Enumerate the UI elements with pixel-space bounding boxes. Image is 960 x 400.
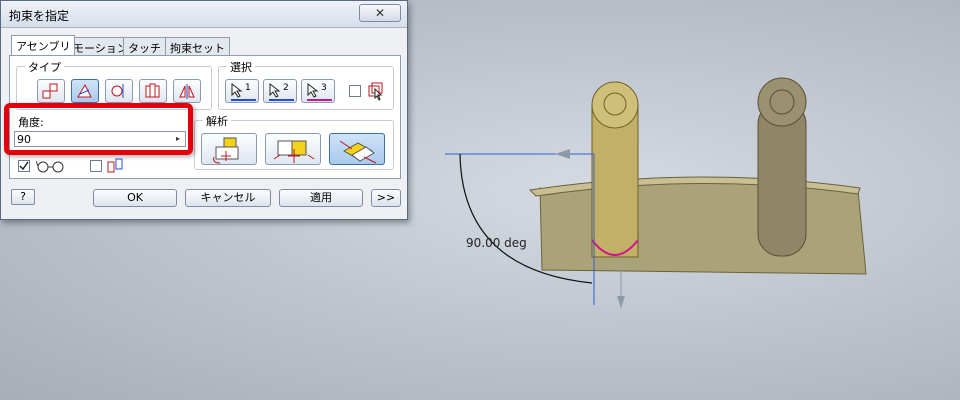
pick-part-first-icon <box>368 82 383 101</box>
selection-1-label: 1 <box>245 83 251 93</box>
selection-1-button[interactable]: 1 <box>225 79 259 103</box>
cursor-icon <box>269 82 294 101</box>
first-click-checkbox[interactable] <box>349 85 361 97</box>
dialog-titlebar[interactable]: 拘束を指定 ✕ <box>1 1 407 28</box>
symmetry-icon <box>179 84 195 99</box>
type-angle-button[interactable] <box>71 79 99 103</box>
directed-angle-icon <box>213 137 239 164</box>
ok-button[interactable]: OK <box>93 189 177 207</box>
solution-directed-angle-button[interactable] <box>201 133 257 165</box>
direction-arrow-down <box>617 296 625 308</box>
cursor-icon <box>231 82 256 101</box>
undirected-angle-icon <box>273 140 315 163</box>
right-cylinder-top <box>757 77 807 127</box>
checkmark-icon <box>19 161 29 171</box>
angle-icon <box>77 83 92 98</box>
selection-group-label: 選択 <box>227 59 255 75</box>
apply-button[interactable]: 適用 <box>279 189 363 207</box>
left-cylinder-top <box>591 81 639 129</box>
type-mate-button[interactable] <box>37 79 65 103</box>
solution-undirected-angle-button[interactable] <box>265 133 321 165</box>
dialog-title: 拘束を指定 <box>9 9 70 23</box>
selection-2-button[interactable]: 2 <box>263 79 297 103</box>
type-symmetry-button[interactable] <box>173 79 201 103</box>
direction-arrow-left <box>555 149 570 159</box>
selection-2-label: 2 <box>283 83 289 93</box>
tab-assembly[interactable]: アセンブリ <box>11 35 76 55</box>
close-icon: ✕ <box>374 6 386 20</box>
cancel-button[interactable]: キャンセル <box>185 189 271 207</box>
solution-group: 解析 <box>194 113 394 170</box>
tangent-icon <box>111 84 124 98</box>
angle-highlight-frame <box>4 103 193 155</box>
help-icon: ? <box>20 190 26 203</box>
type-insert-button[interactable] <box>139 79 167 103</box>
help-button[interactable]: ? <box>11 189 35 205</box>
offset-icon <box>107 158 123 173</box>
selection-3-button[interactable]: 3 <box>301 79 335 103</box>
solution-group-label: 解析 <box>203 113 231 129</box>
cursor-icon <box>307 82 332 101</box>
base-plate[interactable] <box>539 180 867 275</box>
show-preview-checkbox[interactable] <box>18 160 30 172</box>
type-tangent-button[interactable] <box>105 79 133 103</box>
place-constraint-dialog: 拘束を指定 ✕ アセンブリ モーション タッチ 拘束セット タイプ 選択 1 2… <box>0 0 408 220</box>
type-group-label: タイプ <box>25 59 64 75</box>
solution-explicit-reference-vector-button[interactable] <box>329 133 385 165</box>
glasses-icon <box>36 160 64 173</box>
more-options-button[interactable]: >> <box>371 189 401 207</box>
close-button[interactable]: ✕ <box>359 4 401 22</box>
selection-3-label: 3 <box>321 83 327 93</box>
predict-offset-checkbox[interactable] <box>90 160 102 172</box>
tab-constraint-set[interactable]: 拘束セット <box>165 37 230 55</box>
selection-group: 選択 1 2 3 <box>218 59 394 110</box>
insert-icon <box>145 83 160 98</box>
explicit-reference-vector-icon <box>339 140 377 164</box>
tab-touch[interactable]: タッチ <box>123 37 166 55</box>
angle-dimension-text[interactable]: 90.00 deg <box>466 236 527 250</box>
mate-icon <box>42 83 58 99</box>
